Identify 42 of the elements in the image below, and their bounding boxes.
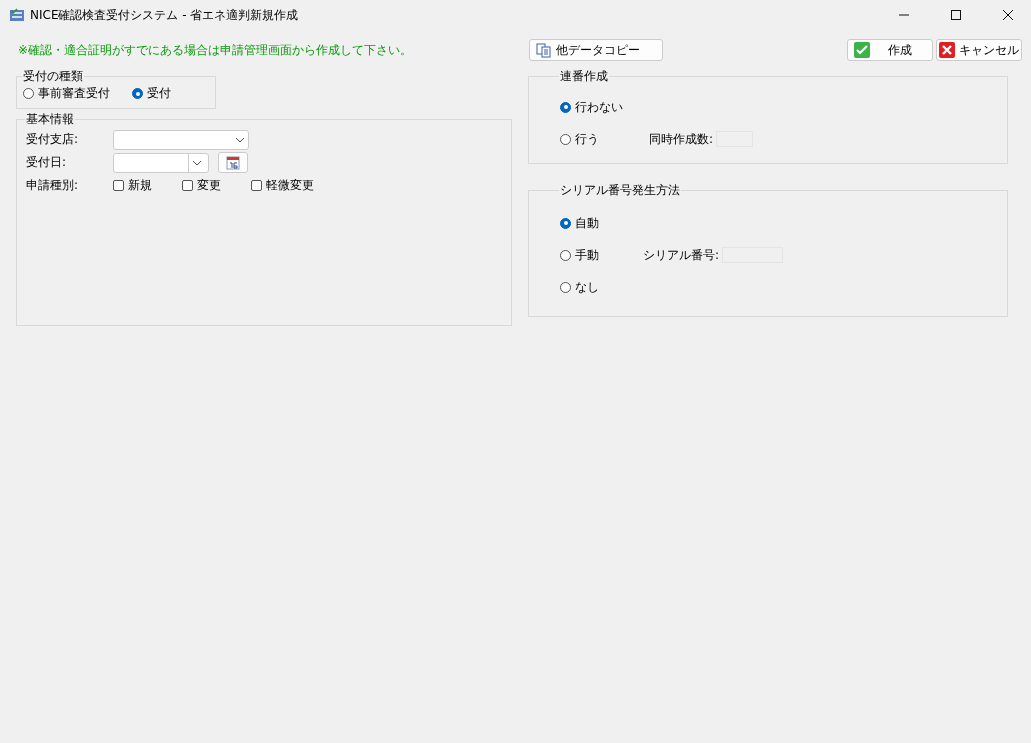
checkmark-icon	[854, 42, 870, 58]
create-button[interactable]: 作成	[847, 39, 933, 61]
checkbox-option[interactable]: 軽微変更	[251, 177, 314, 194]
radio-button[interactable]	[560, 217, 571, 229]
radio-option[interactable]: 事前審査受付	[23, 85, 110, 102]
field-label: シリアル番号:	[643, 246, 720, 264]
app-icon	[9, 7, 25, 23]
field-label: 申請種別:	[26, 177, 80, 194]
radio-option[interactable]: 受付	[132, 85, 171, 102]
window-title: NICE確認検査受付システム - 省エネ適判新規作成	[30, 6, 299, 24]
radio-option[interactable]: 自動	[560, 214, 643, 232]
group-label: 連番作成	[559, 68, 609, 85]
field-label: 同時作成数:	[649, 130, 714, 148]
field-label: 受付支店:	[26, 131, 80, 148]
cancel-button[interactable]: キャンセル	[936, 39, 1022, 61]
radio-option[interactable]: 手動	[560, 246, 643, 264]
notice-text: ※確認・適合証明がすでにある場合は申請管理画面から作成して下さい。	[18, 41, 414, 59]
checkbox[interactable]	[251, 180, 262, 191]
checkbox[interactable]	[182, 180, 193, 191]
radio-button[interactable]	[132, 88, 143, 99]
checkbox-option[interactable]: 新規	[113, 177, 152, 194]
calendar-icon	[226, 155, 240, 170]
documents-icon	[536, 42, 552, 58]
group-label: シリアル番号発生方法	[559, 182, 681, 199]
radio-button[interactable]	[560, 101, 571, 113]
radio-option[interactable]: なし	[560, 278, 643, 296]
field-label: 受付日:	[26, 154, 68, 171]
group-label: 受付の種類	[22, 68, 84, 85]
radio-option[interactable]: 行う	[560, 130, 649, 148]
radio-button[interactable]	[560, 249, 571, 261]
checkbox[interactable]	[113, 180, 124, 191]
calendar-button[interactable]	[218, 152, 248, 173]
checkbox-option[interactable]: 変更	[182, 177, 221, 194]
group-label: 基本情報	[25, 111, 75, 128]
radio-button[interactable]	[560, 281, 571, 293]
radio-button[interactable]	[23, 88, 34, 99]
chevron-icon	[192, 159, 202, 166]
copy-button[interactable]: 他データコピー	[529, 39, 663, 61]
radio-option[interactable]: 行わない	[560, 98, 649, 116]
radio-button[interactable]	[560, 133, 571, 145]
cross-icon	[939, 42, 955, 58]
chevron-icon	[235, 136, 245, 143]
